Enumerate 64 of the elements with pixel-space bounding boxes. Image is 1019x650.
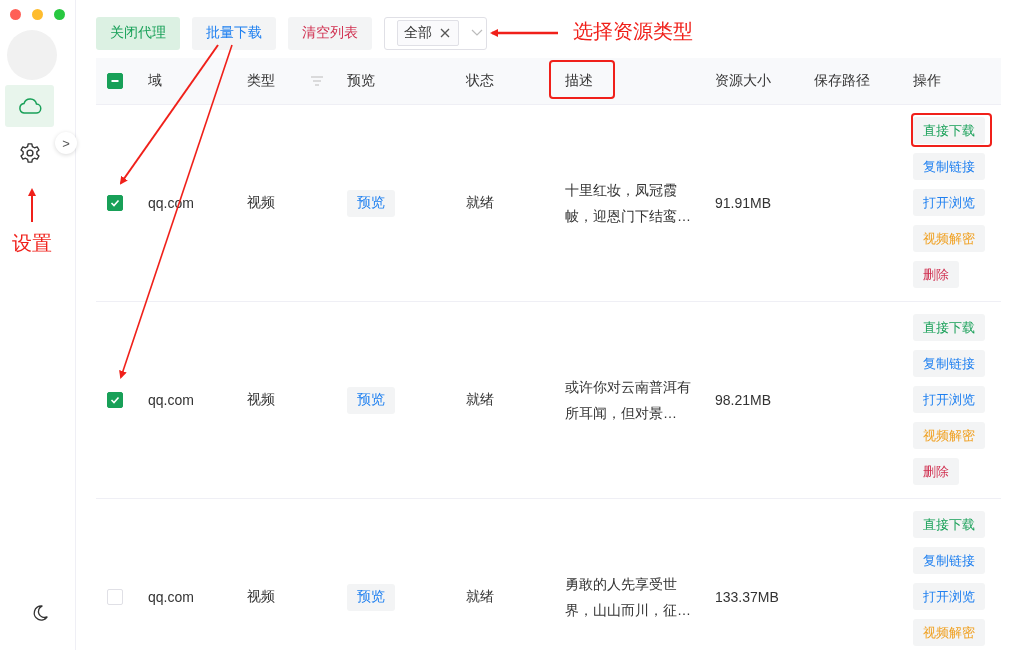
- expand-sidebar-button[interactable]: >: [55, 132, 77, 154]
- annotation-arrow: [28, 188, 36, 223]
- open-browse-button[interactable]: 打开浏览: [913, 583, 985, 610]
- column-header: 资源大小: [715, 72, 771, 90]
- preview-button[interactable]: 预览: [347, 386, 395, 414]
- select-all-checkbox[interactable]: [107, 73, 123, 89]
- delete-button[interactable]: 删除: [913, 261, 959, 288]
- annotation-label: 设置: [12, 233, 52, 253]
- type-cell: 视频: [247, 391, 275, 409]
- cloud-nav-item[interactable]: [5, 85, 54, 127]
- toolbar-button[interactable]: 关闭代理: [96, 16, 180, 50]
- moon-icon[interactable]: [31, 604, 49, 622]
- copy-link-button[interactable]: 复制链接: [913, 350, 985, 377]
- check-icon: [110, 395, 120, 405]
- check-icon: [110, 198, 120, 208]
- cloud-icon: [17, 97, 42, 115]
- description-cell-text: 勇敢的人先享受世界，山山而川，征…: [565, 575, 692, 620]
- column-header: 类型: [247, 72, 275, 90]
- copy-link-button[interactable]: 复制链接: [913, 153, 985, 180]
- type-select[interactable]: 全部: [384, 16, 487, 50]
- annotation-label: 选择资源类型: [573, 21, 693, 41]
- preview-button[interactable]: 预览: [347, 189, 395, 217]
- delete-button[interactable]: 删除: [913, 458, 959, 485]
- gear-icon: [18, 142, 41, 164]
- open-browse-button[interactable]: 打开浏览: [913, 386, 985, 413]
- decrypt-button[interactable]: 视频解密: [913, 619, 985, 646]
- download-button[interactable]: 直接下载: [913, 511, 985, 538]
- column-header: 操作: [913, 72, 941, 90]
- chevron-down-icon: [471, 29, 483, 37]
- column-header: 保存路径: [814, 72, 870, 90]
- type-cell: 视频: [247, 588, 275, 606]
- domain-cell: qq.com: [148, 392, 194, 408]
- size-cell: 133.37MB: [715, 589, 779, 605]
- minimize-window-button[interactable]: [32, 9, 43, 20]
- status-cell: 就绪: [466, 194, 494, 212]
- decrypt-button[interactable]: 视频解密: [913, 422, 985, 449]
- download-button[interactable]: 直接下载: [913, 314, 985, 341]
- download-button[interactable]: 直接下载: [913, 117, 985, 144]
- domain-cell: qq.com: [148, 589, 194, 605]
- decrypt-button[interactable]: 视频解密: [913, 225, 985, 252]
- tag-label: 全部: [404, 24, 432, 42]
- copy-link-button[interactable]: 复制链接: [913, 547, 985, 574]
- description-cell-text: 或许你对云南普洱有所耳闻，但对景…: [565, 378, 692, 423]
- type-cell: 视频: [247, 194, 275, 212]
- close-icon[interactable]: [440, 28, 450, 38]
- toolbar-button[interactable]: 批量下载: [192, 16, 276, 50]
- description-cell-text: 十里红妆，凤冠霞帔，迎恩门下结鸾…: [565, 181, 692, 226]
- size-cell: 98.21MB: [715, 392, 772, 408]
- column-header: 域: [148, 72, 162, 90]
- highlight-box: [549, 60, 615, 99]
- status-cell: 就绪: [466, 391, 494, 409]
- close-window-button[interactable]: [10, 9, 21, 20]
- row-checkbox[interactable]: [107, 195, 123, 211]
- preview-button[interactable]: 预览: [347, 583, 395, 611]
- row-checkbox[interactable]: [107, 392, 123, 408]
- toolbar-button[interactable]: 清空列表: [288, 16, 372, 50]
- annotation-arrow: [490, 29, 558, 37]
- size-cell: 91.91MB: [715, 195, 772, 211]
- open-browse-button[interactable]: 打开浏览: [913, 189, 985, 216]
- zoom-window-button[interactable]: [54, 9, 65, 20]
- column-header: 预览: [347, 72, 375, 90]
- column-header: 描述: [565, 72, 593, 90]
- status-cell: 就绪: [466, 588, 494, 606]
- column-header: 状态: [466, 72, 494, 90]
